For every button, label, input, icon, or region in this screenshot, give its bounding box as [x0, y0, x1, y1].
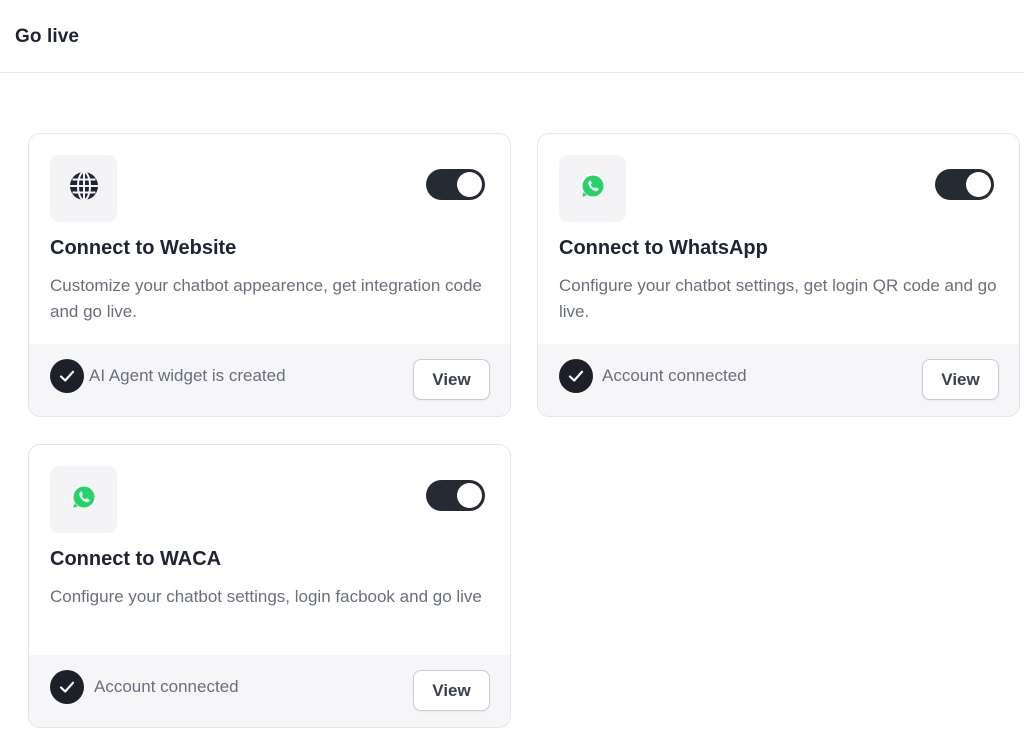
page-title: Go live [15, 26, 80, 47]
check-circle-icon [559, 359, 593, 393]
check-circle-icon [50, 359, 84, 393]
whatsapp-toggle[interactable] [935, 169, 994, 200]
card-description: Configure your chatbot settings, login f… [50, 587, 482, 606]
toggle-knob [457, 483, 482, 508]
card-description: Configure your chatbot settings, get log… [559, 276, 997, 321]
check-circle-icon [50, 670, 84, 704]
card-footer: Account connected View [538, 344, 1019, 416]
card-description: Customize your chatbot appearence, get i… [50, 276, 482, 321]
card-title: Connect to Website [50, 237, 237, 259]
toggle-knob [966, 172, 991, 197]
whatsapp-icon-box [559, 155, 626, 222]
whatsapp-integration-card: Connect to WhatsApp Configure your chatb… [537, 133, 1020, 417]
whatsapp-icon [578, 171, 608, 206]
waca-toggle[interactable] [426, 480, 485, 511]
status-text: Account connected [602, 366, 747, 385]
waca-integration-card: Connect to WACA Configure your chatbot s… [28, 444, 511, 728]
card-title: Connect to WhatsApp [559, 237, 768, 259]
status-text: AI Agent widget is created [89, 366, 286, 385]
view-button[interactable]: View [922, 359, 999, 400]
globe-icon [68, 170, 100, 207]
whatsapp-icon [69, 482, 99, 517]
view-button[interactable]: View [413, 670, 490, 711]
waca-icon-box [50, 466, 117, 533]
card-footer: Account connected View [29, 655, 510, 727]
card-footer: AI Agent widget is created View [29, 344, 510, 416]
top-bar: Go live [0, 0, 1024, 73]
website-toggle[interactable] [426, 169, 485, 200]
website-icon-box [50, 155, 117, 222]
card-title: Connect to WACA [50, 548, 222, 570]
go-live-page: Go live Connect to Website Customize you… [0, 0, 1024, 745]
status-text: Account connected [94, 677, 239, 696]
website-integration-card: Connect to Website Customize your chatbo… [28, 133, 511, 417]
view-button[interactable]: View [413, 359, 490, 400]
toggle-knob [457, 172, 482, 197]
